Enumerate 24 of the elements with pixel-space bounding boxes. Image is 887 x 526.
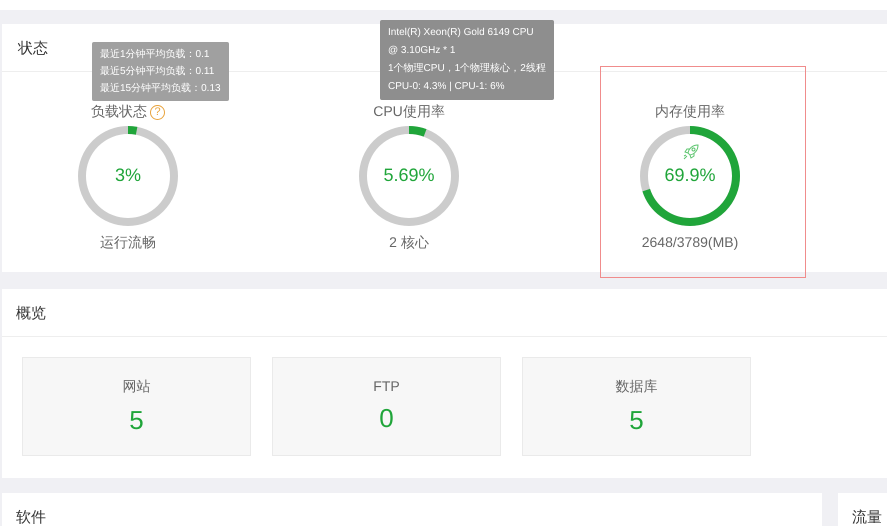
gauge-value: 5.69% [382, 165, 436, 186]
gauge-caption: 运行流畅 [100, 234, 156, 252]
card-label: 网站 [122, 378, 150, 396]
gauge-label: 负载状态 [91, 103, 147, 121]
rocket-icon [682, 143, 700, 161]
panel-title: 流量 [852, 509, 882, 526]
card-label: 数据库 [616, 378, 658, 396]
tooltip: Intel(R) Xeon(R) Gold 6149 CPU @ 3.10GHz * 1 1个物理CPU，1个物理核心，2线程 CPU-0: 4.3% | CPU-1: 6% [380, 20, 554, 100]
card-label: FTP [373, 378, 400, 394]
stat-card[interactable]: 网站 5 [22, 357, 251, 456]
card-value: 0 [379, 403, 394, 434]
card-value: 5 [129, 405, 144, 436]
gauge-value: 3% [114, 165, 142, 186]
card-value: 5 [629, 405, 644, 436]
gauge-value: 69.9% [663, 165, 717, 186]
gauge-label: CPU使用率 [373, 103, 445, 121]
gauge-caption: 2648/3789(MB) [642, 234, 738, 250]
gauge-caption: 2 核心 [389, 234, 429, 252]
stat-card[interactable]: 数据库 5 [522, 357, 751, 456]
stat-card[interactable]: FTP 0 [272, 357, 501, 456]
panel-title: 概览 [2, 289, 887, 337]
gauge-label: 内存使用率 [655, 103, 725, 121]
panel-title: 软件 [16, 509, 46, 526]
tooltip: 最近1分钟平均负载：0.1 最近5分钟平均负载：0.11 最近15分钟平均负载：0.13 [92, 42, 229, 101]
